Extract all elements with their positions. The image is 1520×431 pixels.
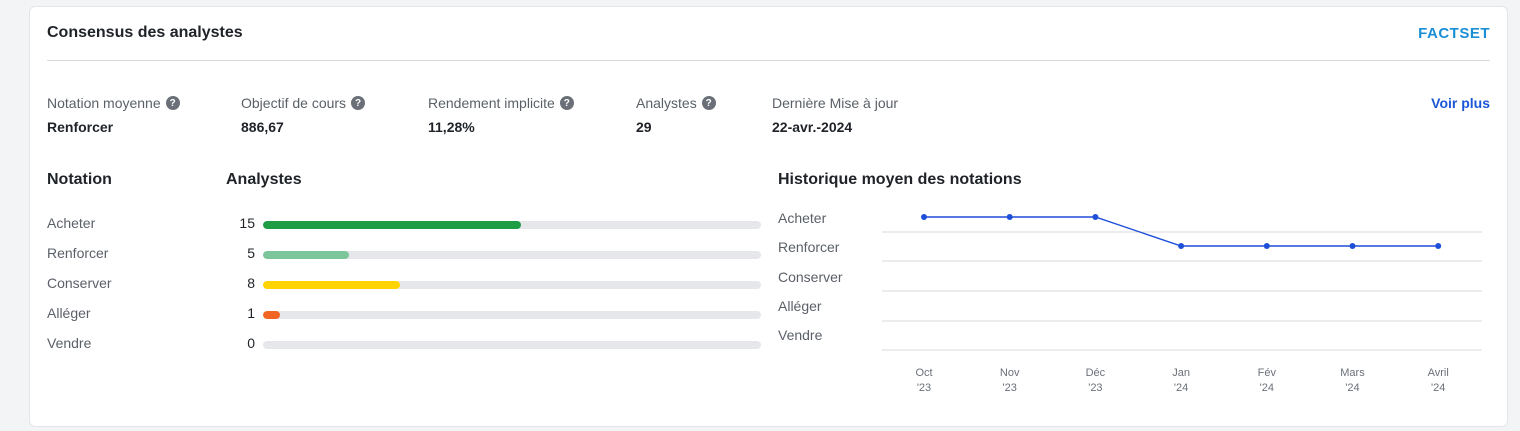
data-point[interactable] xyxy=(1092,214,1099,220)
rating-history-chart: Oct '23 Nov '23 Déc '23 Jan '24 Fév '24 Mars '24 Avr… xyxy=(882,214,1482,394)
x-tick-year: '24 xyxy=(1260,382,1274,394)
analyst-consensus-card: Consensus des analystes FACTSET Notation… xyxy=(29,6,1508,427)
data-point[interactable] xyxy=(1263,243,1270,249)
data-point[interactable] xyxy=(921,214,927,220)
data-point[interactable] xyxy=(1006,214,1013,220)
x-tick-year: '24 xyxy=(1431,382,1445,394)
x-tick-month: Oct xyxy=(915,367,932,379)
data-point[interactable] xyxy=(1349,243,1356,249)
x-tick-month: Nov xyxy=(1000,367,1020,379)
data-point[interactable] xyxy=(1178,243,1185,249)
x-tick-month: Fév xyxy=(1258,367,1277,379)
x-tick-year: '23 xyxy=(917,382,931,394)
x-tick-month: Mars xyxy=(1340,367,1365,379)
x-tick-year: '24 xyxy=(1345,382,1359,394)
x-tick-year: '23 xyxy=(1003,382,1017,394)
x-tick-year: '24 xyxy=(1174,382,1188,394)
x-tick-year: '23 xyxy=(1088,382,1102,394)
x-tick-month: Avril xyxy=(1428,367,1449,379)
data-point[interactable] xyxy=(1435,243,1442,249)
x-tick-month: Jan xyxy=(1172,367,1190,379)
x-tick-month: Déc xyxy=(1086,367,1106,379)
